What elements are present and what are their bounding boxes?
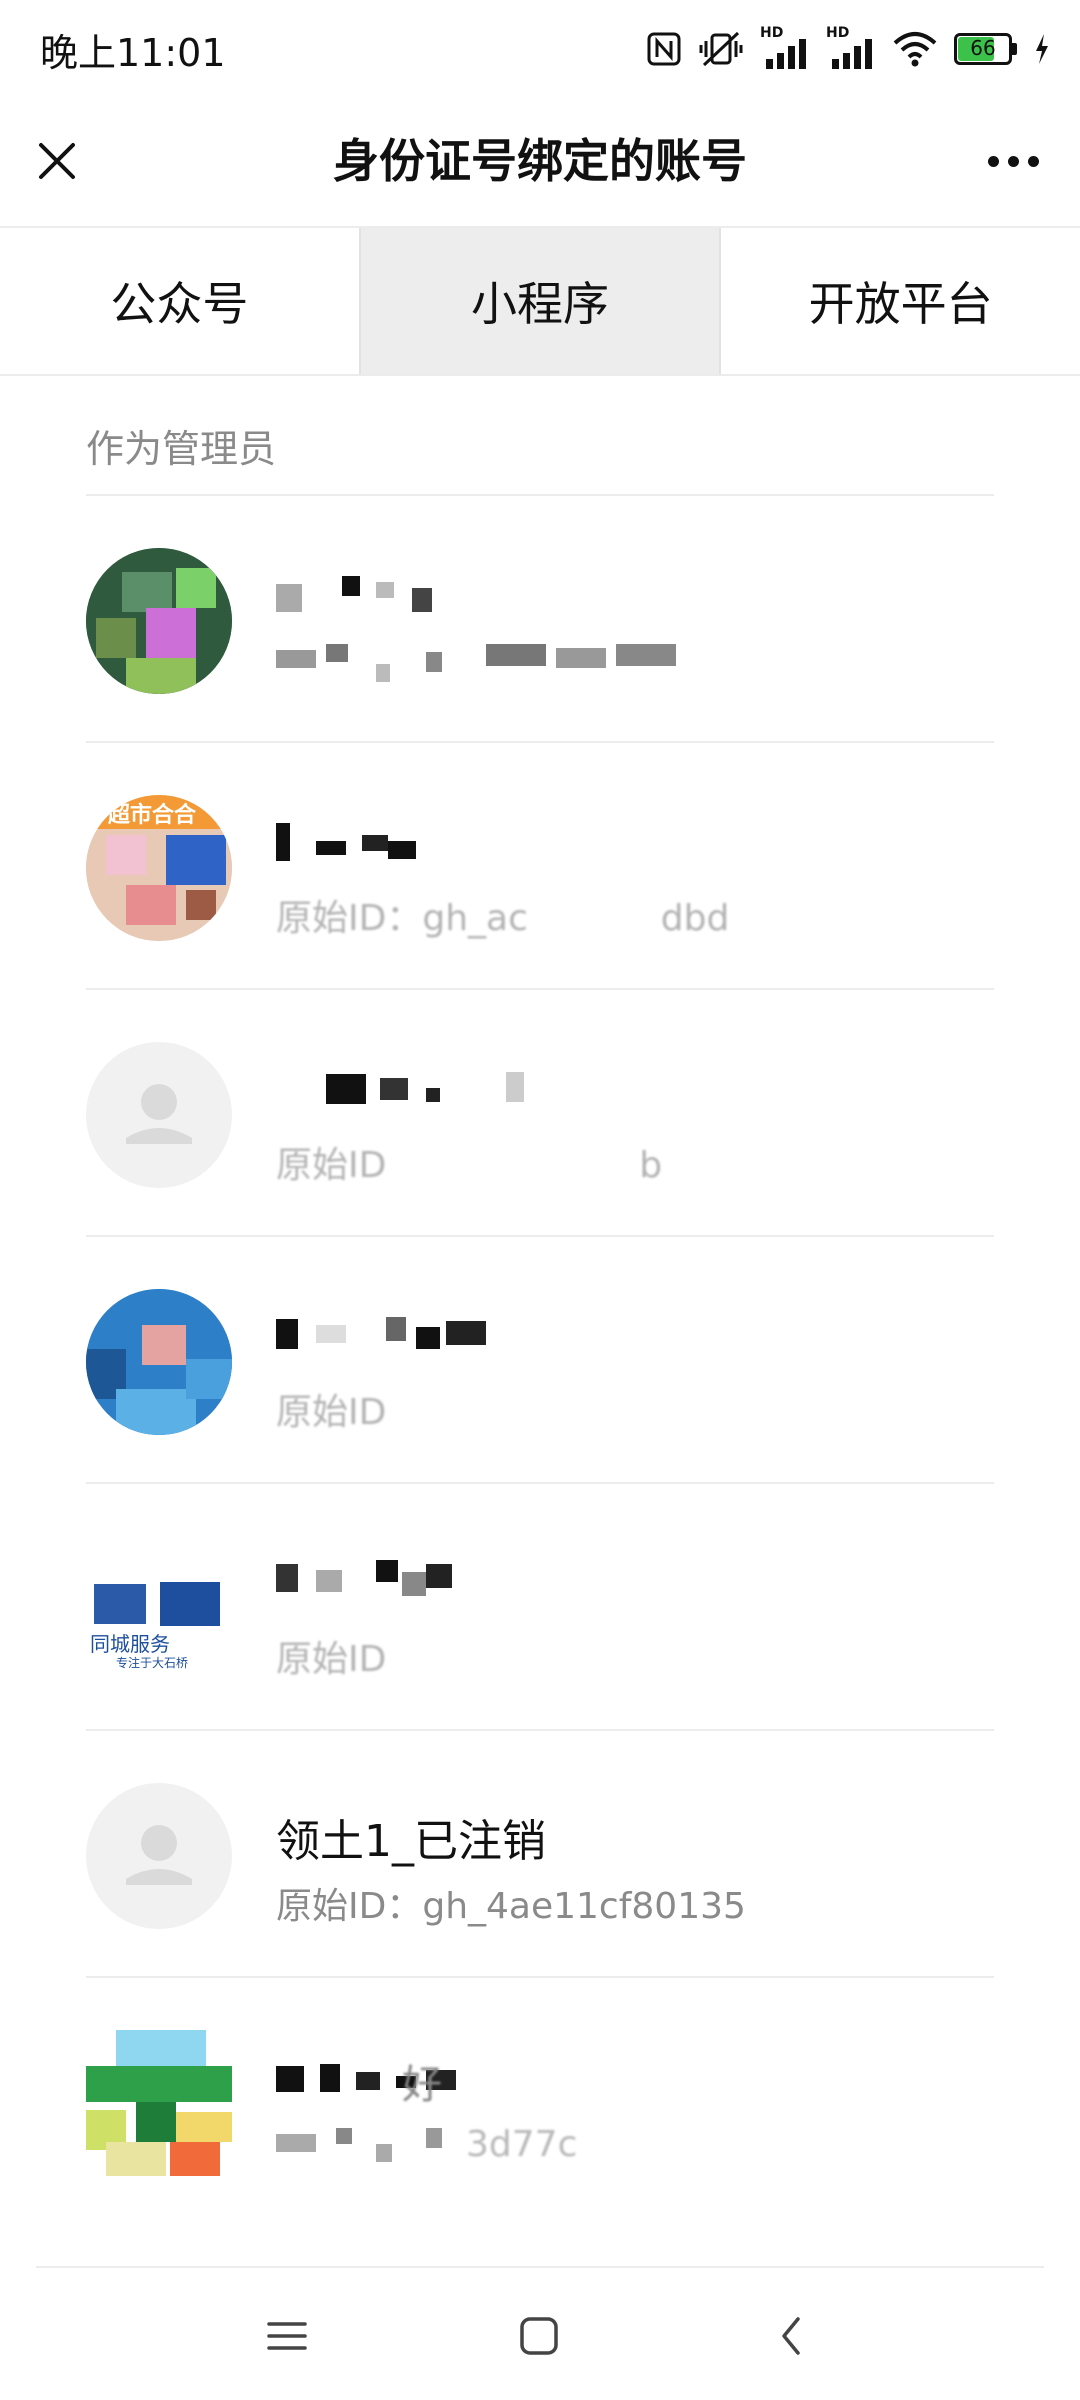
avatar: 同城服务 专注于大石桥 [86,1536,232,1682]
account-id: 原始ID：gh_ac dbd [276,898,730,939]
avatar-subtext: 专注于大石桥 [116,1656,189,1670]
list-item[interactable]: 领土1_已注销 原始ID：gh_4ae11cf80135 [86,1729,994,1976]
list-item[interactable]: 原始ID [86,1235,994,1482]
charging-icon [1036,34,1048,64]
list-item[interactable]: 原始ID b [86,988,994,1235]
name-mosaic [326,1072,524,1104]
default-avatar [86,1042,232,1188]
back-button[interactable] [746,2296,836,2376]
account-id: 原始ID [276,1639,387,1680]
close-button[interactable] [22,126,92,196]
tab-official-account[interactable]: 公众号 [0,228,359,374]
page-title: 身份证号绑定的账号 [333,134,747,188]
account-list: 超市合合 原始ID：gh_ac dbd 原始ID b 原始ID 同城服务 专注于… [86,494,994,2223]
battery-icon: 66 [954,33,1018,65]
wifi-icon [893,32,937,67]
title-bar: 身份证号绑定的账号 [0,96,1080,226]
account-id: 原始ID b [276,1145,663,1186]
home-button[interactable] [494,2296,584,2376]
list-item[interactable] [86,494,994,741]
account-id: 原始ID [276,1392,387,1433]
user-icon [126,1084,192,1144]
account-name: 好 [276,2050,576,2108]
status-bar: 晚上11:01 HD HD 66 [0,0,1080,96]
account-name: 领土1_已注销 [276,1816,546,1867]
status-time: 晚上11:01 [40,31,226,75]
account-type-tabs: 公众号 小程序 开放平台 [0,226,1080,376]
list-item[interactable]: 同城服务 专注于大石桥 原始ID [86,1482,994,1729]
id-mosaic [276,644,676,682]
list-item[interactable]: 超市合合 原始ID：gh_ac dbd [86,741,994,988]
name-mosaic [276,1317,486,1349]
menu-button[interactable] [242,2296,332,2376]
user-icon [126,1825,192,1885]
avatar [86,1289,232,1435]
more-icon [987,155,1039,167]
nfc-icon [647,32,681,66]
id-suffix: 3d77c [466,2124,578,2165]
avatar-text: 同城服务 [90,1632,170,1656]
system-nav-bar [0,2268,1080,2400]
menu-icon [267,2322,307,2350]
tab-mini-program[interactable]: 小程序 [358,228,722,374]
battery-level: 66 [970,36,996,60]
name-mosaic [276,1560,452,1596]
signal-icon: HD [826,25,876,69]
section-title: 作为管理员 [86,427,277,471]
list-item[interactable]: 好 3d77c [86,1976,994,2223]
more-button[interactable] [968,126,1058,196]
close-icon [39,143,75,179]
default-avatar [86,1783,232,1929]
vibrate-off-icon [699,31,743,67]
avatar [86,548,232,694]
account-id: 原始ID：gh_4ae11cf80135 [276,1886,746,1927]
avatar: 超市合合 [86,795,232,941]
avatar-text: 超市合合 [108,803,197,828]
status-icons: HD HD 66 [646,25,1050,72]
home-icon [520,2317,558,2355]
back-icon [782,2317,800,2355]
signal-icon: HD [760,25,810,69]
tab-open-platform[interactable]: 开放平台 [721,228,1080,374]
name-mosaic [276,823,416,861]
avatar [86,2030,232,2176]
name-mosaic [276,576,432,612]
